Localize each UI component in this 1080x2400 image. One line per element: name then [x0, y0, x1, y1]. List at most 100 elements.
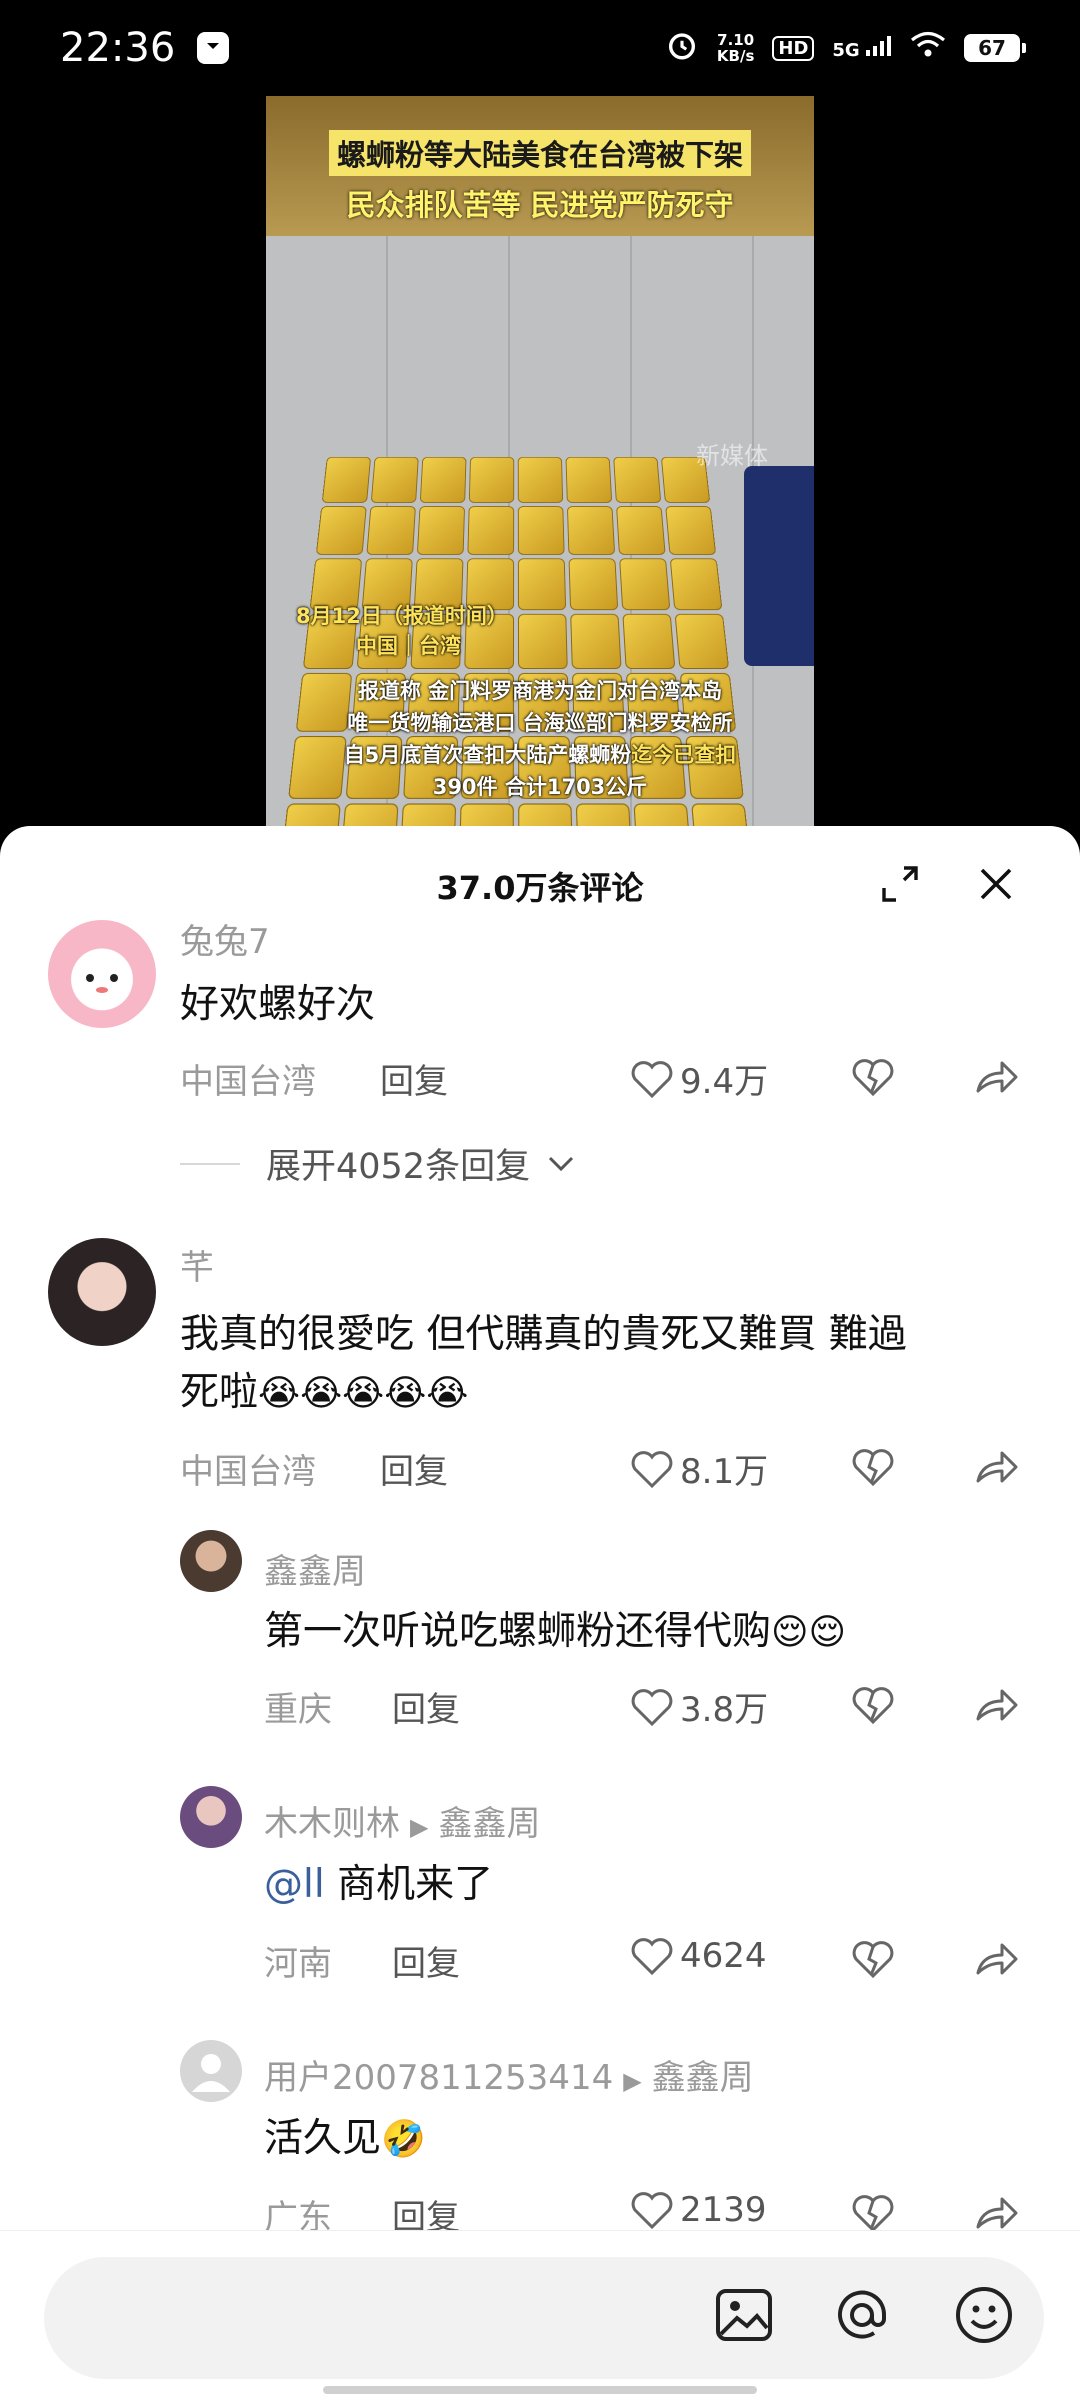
noodle-packet — [467, 506, 515, 555]
reply-button[interactable]: 回复 — [380, 1444, 448, 1493]
comment-location: 中国台湾 — [180, 1452, 316, 1492]
caption-date: 8月12日（报道时间） — [296, 604, 508, 628]
cellular-signal-icon: 5G — [832, 35, 892, 61]
like-count: 9.4万 — [680, 1062, 769, 1102]
network-speed: 7.10 KB/s — [716, 31, 755, 65]
caption-location: 中国｜台湾 — [356, 634, 461, 658]
video-headline: 螺蛳粉等大陆美食在台湾被下架 民众排队苦等 民进党严防死守 — [266, 96, 814, 236]
comment-input[interactable] — [44, 2257, 1044, 2379]
like-button[interactable]: 2139 — [630, 2190, 767, 2230]
like-button[interactable]: 9.4万 — [630, 1054, 768, 1103]
like-count: 8.1万 — [680, 1452, 769, 1492]
reply-button[interactable]: 回复 — [380, 1054, 448, 1103]
mention-link[interactable]: @ll — [264, 1862, 325, 1907]
avatar[interactable] — [180, 1530, 242, 1592]
noodle-packet — [366, 506, 416, 555]
image-icon[interactable] — [712, 2283, 776, 2347]
heart-icon — [631, 1938, 673, 1976]
like-button[interactable]: 3.8万 — [630, 1682, 768, 1731]
comment-location: 重庆 — [264, 1690, 332, 1730]
noodle-packet — [665, 506, 717, 555]
noodle-packet — [468, 456, 515, 503]
emoji-icon[interactable] — [952, 2283, 1016, 2347]
noodle-packet — [566, 506, 616, 555]
laughing-crying-emoji-icon: 🤣 — [381, 2119, 426, 2160]
heart-icon — [631, 1060, 673, 1098]
comment-location: 河南 — [264, 1944, 332, 1984]
comment-username[interactable]: 用户2007811253414 ▶ 鑫鑫周 — [264, 2050, 754, 2099]
comment-username[interactable]: 鑫鑫周 — [264, 1544, 366, 1593]
avatar[interactable] — [180, 1786, 242, 1848]
comment-location: 中国台湾 — [180, 1062, 316, 1102]
reply-button[interactable]: 回复 — [392, 1936, 460, 1985]
chevron-down-icon — [549, 1156, 574, 1171]
avatar[interactable] — [48, 1238, 156, 1346]
heart-icon — [631, 2192, 673, 2230]
noodle-packet — [517, 456, 564, 503]
caption-body: 报道称 金门料罗商港为金门对台湾本岛 唯一货物输运港口 台海巡部门料罗安检所 自… — [343, 679, 737, 799]
alarm-icon — [665, 28, 699, 68]
comment-text: @ll 商机来了 — [264, 1862, 494, 1907]
divider — [180, 1162, 240, 1165]
comment-username[interactable]: 芊 — [180, 1240, 214, 1289]
wifi-icon — [910, 31, 946, 65]
like-count: 2139 — [680, 2190, 767, 2230]
comment-text: 活久见🤣 — [264, 2116, 426, 2161]
crying-emoji-icon: 😭😭😭😭😭 — [258, 1373, 469, 1414]
noodle-packet — [517, 506, 565, 555]
comment-meta: 中国台湾 回复 — [180, 1054, 448, 1103]
share-icon[interactable] — [974, 1682, 1020, 1728]
noodle-packet — [419, 456, 467, 503]
comment-meta: 重庆 回复 — [264, 1682, 460, 1731]
dislike-icon[interactable] — [850, 1444, 896, 1490]
status-time: 22:36 — [60, 25, 176, 71]
home-indicator[interactable] — [323, 2386, 757, 2394]
comment-text: 第一次听说吃螺蛳粉还得代购😌😌 — [264, 1609, 847, 1654]
like-button[interactable]: 4624 — [630, 1936, 767, 1976]
close-icon[interactable] — [972, 860, 1020, 908]
relieved-emoji-icon: 😌😌 — [771, 1612, 847, 1653]
share-icon[interactable] — [974, 1936, 1020, 1982]
comment-count: 37.0万条评论 — [436, 869, 644, 907]
reply-arrow-icon: ▶ — [410, 1813, 429, 1841]
video-player[interactable]: 螺蛳粉等大陆美食在台湾被下架 民众排队苦等 民进党严防死守 新媒体 8月12日（… — [266, 96, 814, 836]
video-watermark: 新媒体 — [696, 442, 768, 470]
status-bar: 22:36 7.10 KB/s HD 5G 67 — [0, 0, 1080, 96]
dislike-icon[interactable] — [850, 1682, 896, 1728]
share-icon[interactable] — [974, 1054, 1020, 1100]
video-caption: 8月12日（报道时间） 中国｜台湾 报道称 金门料罗商港为金门对台湾本岛 唯一货… — [266, 601, 814, 803]
comment-text: 好欢螺好次 — [180, 982, 376, 1027]
notification-icon — [197, 32, 230, 64]
like-button[interactable]: 8.1万 — [630, 1444, 768, 1493]
reply-arrow-icon: ▶ — [623, 2067, 642, 2095]
mention-icon[interactable] — [830, 2283, 894, 2347]
hd-badge: HD — [772, 35, 815, 61]
share-icon[interactable] — [974, 1444, 1020, 1490]
comment-input-bar — [0, 2230, 1080, 2400]
comment-text: 我真的很愛吃 但代購真的貴死又難買 難過 死啦😭😭😭😭😭 — [180, 1312, 907, 1415]
default-avatar-icon[interactable] — [180, 2040, 242, 2102]
fullscreen-icon[interactable] — [876, 860, 924, 908]
headline-line-2: 民众排队苦等 民进党严防死守 — [346, 188, 734, 222]
battery-icon: 67 — [964, 34, 1026, 62]
comment-meta: 河南 回复 — [264, 1936, 460, 1985]
comment-username[interactable]: 木木则林 ▶ 鑫鑫周 — [264, 1796, 540, 1845]
heart-icon — [631, 1688, 673, 1726]
reply-button[interactable]: 回复 — [392, 1682, 460, 1731]
dislike-icon[interactable] — [850, 1054, 896, 1100]
like-count: 3.8万 — [680, 1690, 769, 1730]
comment-meta: 中国台湾 回复 — [180, 1444, 448, 1493]
expand-replies-label: 展开4052条回复 — [266, 1147, 531, 1187]
avatar[interactable] — [48, 920, 156, 1028]
noodle-packet — [565, 456, 613, 503]
noodle-packet — [370, 456, 419, 503]
dislike-icon[interactable] — [850, 1936, 896, 1982]
heart-icon — [631, 1450, 673, 1488]
comment-username[interactable]: 兔兔7 — [180, 914, 270, 963]
noodle-packet — [616, 506, 666, 555]
expand-replies-button[interactable]: 展开4052条回复 — [180, 1138, 576, 1189]
comments-header: 37.0万条评论 — [0, 826, 1080, 946]
noodle-packet — [613, 456, 662, 503]
headline-line-1: 螺蛳粉等大陆美食在台湾被下架 — [328, 130, 751, 176]
noodle-packet — [321, 456, 372, 503]
